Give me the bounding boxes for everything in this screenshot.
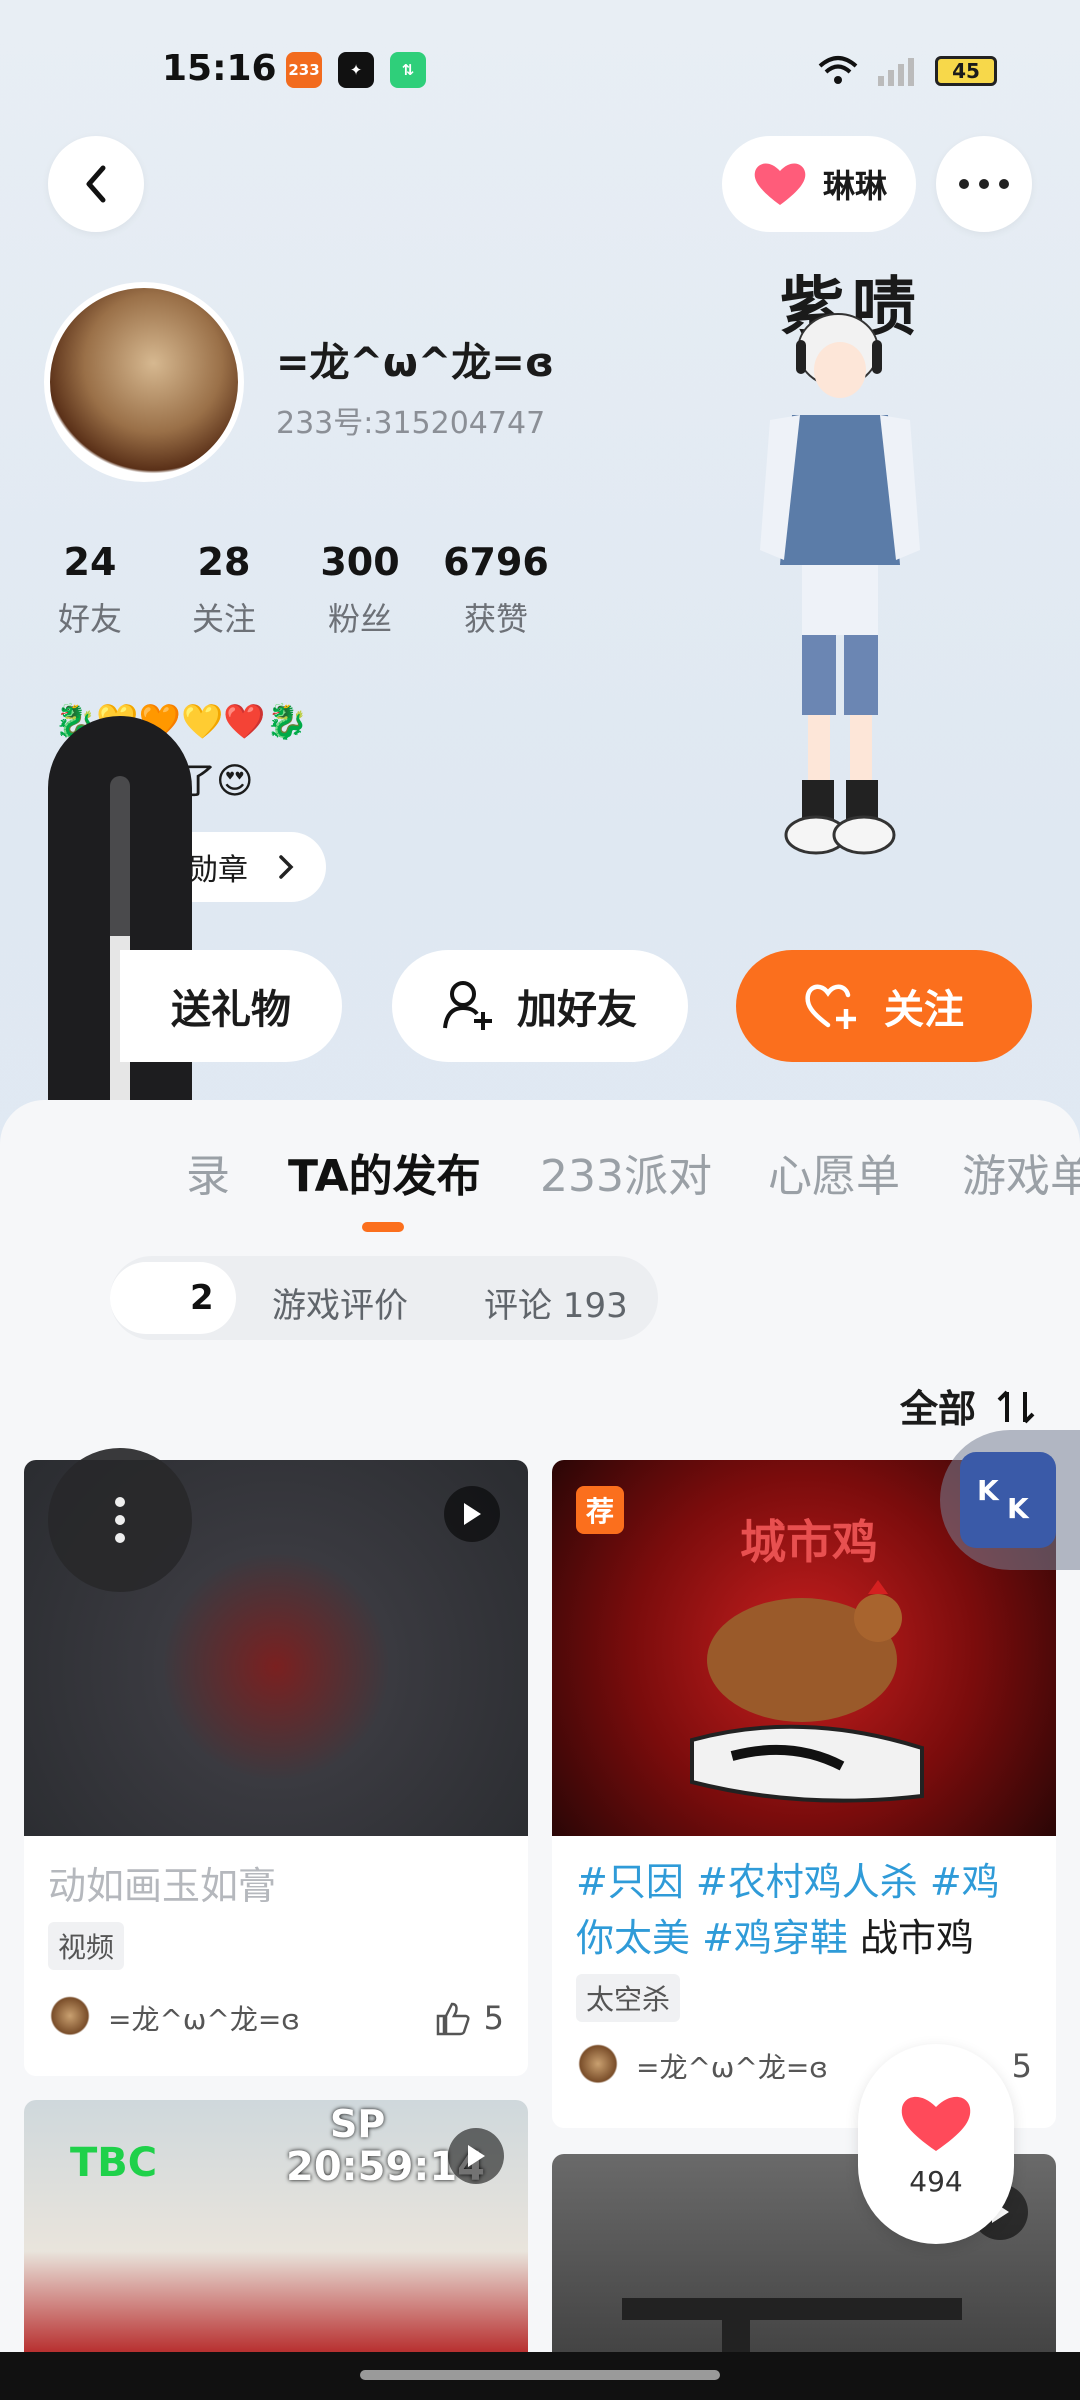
add-friend-button[interactable]: 加好友 xyxy=(392,950,688,1062)
post-thumbnail: TBC SP 20:59:14 xyxy=(24,2100,528,2352)
stat-number: 300 xyxy=(320,540,400,584)
post-tag: 太空杀 xyxy=(576,1974,681,2022)
character-figure[interactable] xyxy=(740,310,950,870)
chicken-on-shoe-image xyxy=(690,1580,924,1803)
signal-icon xyxy=(818,56,914,86)
sort-dropdown[interactable]: 全部 xyxy=(900,1378,1039,1433)
sort-icon xyxy=(997,1390,1035,1424)
user-id: 233号:315204747 xyxy=(276,406,546,441)
subtab-posts[interactable]: 2 xyxy=(190,1278,214,1318)
tab-gamelist[interactable]: 游戏单 xyxy=(962,1140,1080,1204)
tab-wishlist[interactable]: 心愿单 xyxy=(768,1140,900,1204)
stat-label: 好友 xyxy=(57,600,122,638)
stat-label: 关注 xyxy=(191,600,256,638)
stat-friends[interactable]: 24 好友 xyxy=(30,540,150,640)
subtab-comments[interactable]: 评论 193 xyxy=(484,1278,628,1327)
chevron-left-icon xyxy=(86,165,106,203)
follow-label: 关注 xyxy=(884,987,964,1033)
heart-icon xyxy=(901,2096,971,2151)
recommended-badge: 荐 xyxy=(576,1486,624,1534)
follow-button[interactable]: 关注 xyxy=(736,950,1032,1062)
home-indicator[interactable] xyxy=(360,2370,720,2380)
battery-indicator: 45 xyxy=(935,56,997,86)
heart-icon xyxy=(754,163,806,205)
post-title: #只因 #农村鸡人杀 #鸡你太美 #鸡穿鞋 战市鸡 xyxy=(576,1854,1032,1966)
chevron-right-icon xyxy=(279,855,294,879)
author-avatar xyxy=(576,2044,620,2088)
like-count: 5 xyxy=(483,1999,504,2037)
like-count: 5 xyxy=(1011,2047,1032,2085)
transfer-app-icon: ⇅ xyxy=(390,52,426,88)
kk-app-icon: KK xyxy=(960,1452,1056,1548)
stat-following[interactable]: 28 关注 xyxy=(164,540,284,640)
partner-name: 琳琳 xyxy=(822,167,887,205)
tab-record[interactable]: 录 xyxy=(186,1140,230,1204)
send-gift-label: 送礼物 xyxy=(171,987,291,1033)
stat-fans[interactable]: 300 粉丝 xyxy=(300,540,420,640)
sparkle-app-icon: ✦ xyxy=(338,52,374,88)
rifle-image xyxy=(622,2298,962,2352)
app-233-icon: 233 xyxy=(286,52,322,88)
thumbnail-text: SP xyxy=(330,2102,386,2146)
stat-likes[interactable]: 6796 获赞 xyxy=(436,540,556,640)
stat-label: 获赞 xyxy=(463,600,528,638)
more-button[interactable] xyxy=(936,136,1032,232)
thumbnail-caption: 城市鸡 xyxy=(740,1515,878,1569)
like-total: 494 xyxy=(909,2164,963,2198)
stat-number: 6796 xyxy=(443,540,549,584)
thumbnail-text: TBC xyxy=(70,2140,158,2186)
post-card[interactable]: TBC SP 20:59:14 xyxy=(24,2100,528,2352)
play-icon xyxy=(444,1486,500,1542)
floating-window-handle[interactable]: KK xyxy=(940,1430,1080,1570)
more-vertical-icon xyxy=(115,1497,125,1543)
post-tag: 视频 xyxy=(48,1922,125,1970)
back-button[interactable] xyxy=(48,136,144,232)
volume-more-button[interactable] xyxy=(48,1448,192,1592)
partner-pill[interactable]: 琳琳 xyxy=(722,136,916,232)
subtab-game-reviews[interactable]: 游戏评价 xyxy=(272,1278,408,1327)
send-gift-button[interactable]: 送礼物 xyxy=(120,950,342,1062)
badge-label: 勋章 xyxy=(188,853,248,888)
svg-text:K: K xyxy=(1007,1492,1030,1525)
status-time: 15:16 xyxy=(162,48,277,89)
tab-posts[interactable]: TA的发布 xyxy=(288,1140,481,1204)
sort-label: 全部 xyxy=(900,1387,977,1431)
heart-plus-icon xyxy=(805,984,856,1029)
add-user-icon xyxy=(443,981,492,1030)
thumbs-up-icon[interactable] xyxy=(434,2000,470,2036)
nickname: =龙^ω^龙=ɞ xyxy=(276,340,555,386)
play-icon xyxy=(448,2128,504,2184)
tab-party[interactable]: 233派对 xyxy=(540,1140,712,1204)
post-title: 动如画玉如膏 xyxy=(48,1864,277,1908)
add-friend-label: 加好友 xyxy=(517,987,637,1033)
floating-like-button[interactable]: 494 xyxy=(858,2044,1014,2244)
svg-text:K: K xyxy=(977,1474,1000,1507)
avatar[interactable] xyxy=(44,282,244,482)
subtab-selected-bg xyxy=(110,1262,236,1334)
author-name: =龙^ω^龙=ɞ xyxy=(108,2003,300,2036)
author-avatar xyxy=(48,1996,92,2040)
stat-label: 粉丝 xyxy=(327,600,392,638)
tab-indicator xyxy=(362,1222,404,1232)
more-dots-icon xyxy=(959,179,1009,189)
post-title-text: 战市鸡 xyxy=(860,1916,975,1960)
stat-number: 28 xyxy=(197,540,251,584)
stat-number: 24 xyxy=(63,540,117,584)
